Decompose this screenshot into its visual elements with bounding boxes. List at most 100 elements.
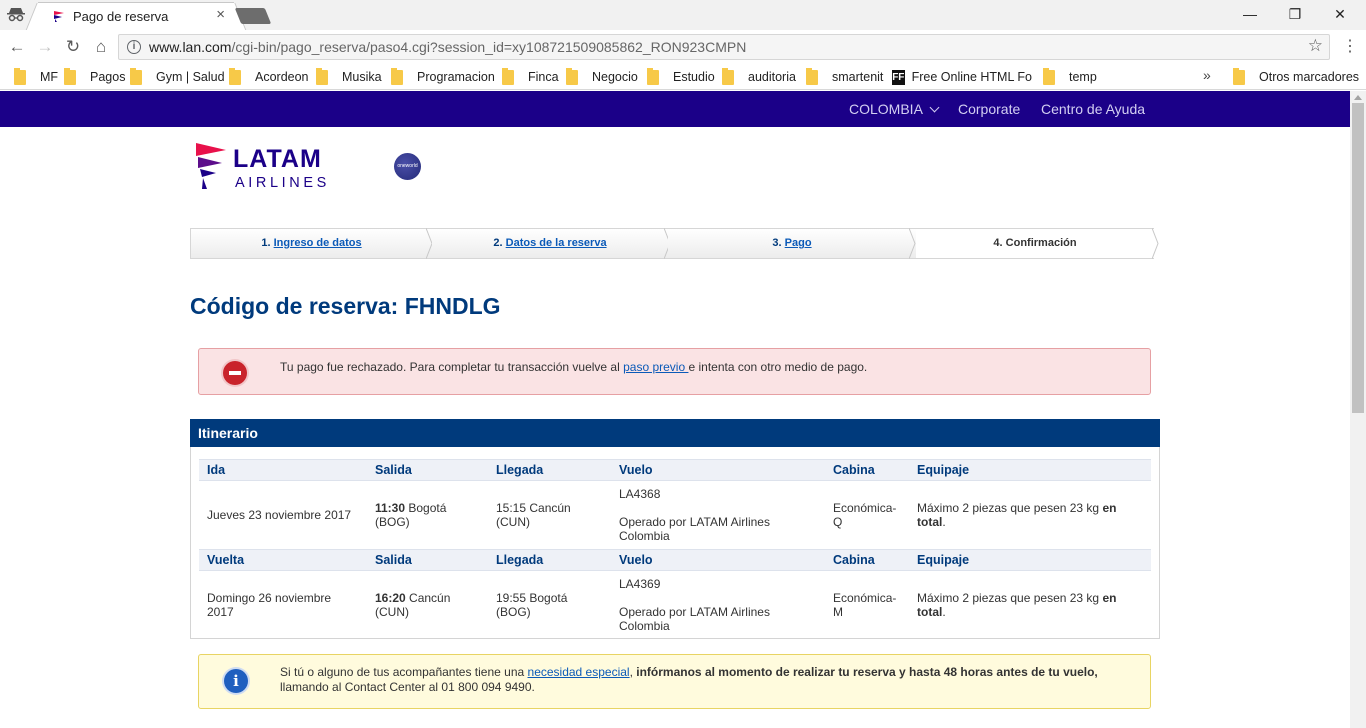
bookmark-folder[interactable]: Pagos	[64, 67, 125, 86]
top-navigation: COLOMBIA Corporate Centro de Ayuda	[0, 91, 1350, 127]
baggage: Máximo 2 piezas que pesen 23 kg en total…	[917, 591, 1117, 620]
folder-icon	[1233, 67, 1245, 85]
bookmark-folder[interactable]: Acordeon	[229, 67, 309, 86]
column-header: Llegada	[488, 549, 611, 571]
bookmark-folder[interactable]: Finca	[502, 67, 559, 86]
step-4-current: 4. Confirmación	[916, 228, 1154, 259]
booking-steps: 1. Ingreso de datos 2. Datos de la reser…	[190, 228, 1160, 259]
bookmark-star-icon[interactable]: ☆	[1308, 36, 1323, 56]
bookmark-folder[interactable]: Negocio	[566, 67, 638, 86]
bookmark-folder-other[interactable]: Otros marcadores	[1233, 67, 1359, 86]
tab-close-icon[interactable]: ×	[216, 6, 225, 23]
latam-logo-icon	[196, 143, 226, 189]
column-header: Cabina	[825, 549, 909, 571]
corporate-link[interactable]: Corporate	[958, 101, 1020, 117]
cabin: Económica- Q	[833, 501, 897, 529]
latam-favicon-icon	[54, 11, 64, 22]
chevron-down-icon	[929, 102, 940, 113]
bookmark-folder[interactable]: Gym | Salud	[130, 67, 225, 86]
incognito-icon	[6, 6, 26, 24]
logo-name: LATAM	[233, 145, 322, 173]
folder-icon	[1043, 67, 1055, 85]
departure: 11:30 Bogotá (BOG)	[375, 501, 447, 529]
ff-icon: FF	[892, 69, 905, 85]
browser-menu-icon[interactable]: ⋮	[1342, 37, 1358, 57]
scroll-up-icon[interactable]	[1354, 95, 1362, 100]
itinerary-table: Ida Salida Llegada Vuelo Cabina Equipaje…	[199, 459, 1151, 640]
leg-label: Vuelta	[199, 549, 367, 571]
special-needs-alert: i Si tú o alguno de tus acompañantes tie…	[198, 654, 1151, 709]
title-bar: Pago de reserva × — ❐ ✕	[0, 0, 1366, 30]
info-icon: i	[224, 669, 248, 693]
restore-icon[interactable]: ❐	[1285, 4, 1305, 24]
step-1-link[interactable]: Ingreso de datos	[274, 237, 362, 249]
bookmark-folder[interactable]: auditoria	[722, 67, 796, 86]
special-needs-link[interactable]: necesidad especial	[528, 665, 630, 679]
step-2-link[interactable]: Datos de la reserva	[506, 237, 607, 249]
itinerary-panel: Itinerario Ida Salida Llegada Vuelo Cabi…	[190, 419, 1160, 639]
more-bookmarks-icon[interactable]: »	[1203, 67, 1211, 83]
arrival: 19:55 Bogotá (BOG)	[496, 591, 568, 620]
bookmark-folder[interactable]: temp	[1043, 67, 1097, 86]
flight-info: LA4368 Operado por LATAM Airlines Colombi…	[619, 487, 770, 543]
oneworld-logo: oneworld	[394, 153, 421, 180]
step-3-link[interactable]: Pago	[785, 237, 812, 249]
table-row: Domingo 26 noviembre 2017 16:20 Cancún (…	[199, 571, 1151, 640]
departure: 16:20 Cancún (CUN)	[375, 591, 451, 620]
payment-rejected-alert: Tu pago fue rechazado. Para completar tu…	[198, 348, 1151, 395]
bookmark-folder[interactable]: smartenit	[806, 67, 883, 86]
country-selector[interactable]: COLOMBIA	[849, 101, 940, 117]
arrival: 15:15 Cancún (CUN)	[496, 501, 571, 529]
scroll-thumb[interactable]	[1352, 103, 1364, 413]
column-header: Llegada	[488, 459, 611, 481]
folder-icon	[130, 67, 142, 85]
window-close-icon[interactable]: ✕	[1330, 4, 1350, 24]
bookmark-folder[interactable]: MF	[14, 67, 58, 86]
bookmark-folder[interactable]: Estudio	[647, 67, 715, 86]
step-1[interactable]: 1. Ingreso de datos	[190, 228, 432, 259]
minimize-icon[interactable]: —	[1240, 4, 1260, 24]
column-header: Salida	[367, 549, 488, 571]
page-content: COLOMBIA Corporate Centro de Ayuda LATAM…	[0, 91, 1350, 728]
previous-step-link[interactable]: paso previo	[623, 360, 688, 374]
reservation-code-title: Código de reserva: FHNDLG	[190, 293, 501, 319]
column-header: Salida	[367, 459, 488, 481]
table-header-row: Ida Salida Llegada Vuelo Cabina Equipaje	[199, 459, 1151, 481]
home-icon[interactable]: ⌂	[90, 36, 112, 58]
bookmark-folder[interactable]: Programacion	[391, 67, 495, 86]
info-message: Si tú o alguno de tus acompañantes tiene…	[280, 665, 1098, 694]
cabin: Económica- M	[833, 591, 897, 620]
page-scrollbar[interactable]	[1350, 91, 1366, 728]
flight-date: Domingo 26 noviembre 2017	[207, 591, 332, 620]
column-header: Cabina	[825, 459, 909, 481]
folder-icon	[229, 67, 241, 85]
step-arrow-icon	[1152, 228, 1159, 259]
reload-icon[interactable]: ↻	[62, 36, 84, 58]
bookmark-link[interactable]: FF Free Online HTML Fo	[892, 68, 1032, 86]
flight-date: Jueves 23 noviembre 2017	[207, 508, 352, 522]
url-text[interactable]: www.lan.com/cgi-bin/pago_reserva/paso4.c…	[149, 39, 746, 55]
table-row: Jueves 23 noviembre 2017 11:30 Bogotá (B…	[199, 481, 1151, 550]
error-icon	[223, 361, 247, 385]
back-icon[interactable]: ←	[6, 36, 28, 58]
baggage: Máximo 2 piezas que pesen 23 kg en total…	[917, 501, 1117, 529]
itinerary-title: Itinerario	[190, 419, 1160, 447]
folder-icon	[391, 67, 403, 85]
site-info-icon[interactable]: i	[127, 40, 141, 54]
leg-label: Ida	[199, 459, 367, 481]
flight-info: LA4369 Operado por LATAM Airlines Colombi…	[619, 577, 770, 634]
logo-subtitle: AIRLINES	[235, 175, 330, 191]
column-header: Equipaje	[909, 459, 1151, 481]
browser-tab[interactable]: Pago de reserva ×	[38, 2, 234, 30]
folder-icon	[64, 67, 76, 85]
step-3[interactable]: 3. Pago	[668, 228, 916, 259]
new-tab-button[interactable]	[234, 8, 272, 24]
folder-icon	[647, 67, 659, 85]
address-bar[interactable]: i www.lan.com/cgi-bin/pago_reserva/paso4…	[118, 34, 1330, 60]
folder-icon	[566, 67, 578, 85]
step-2[interactable]: 2. Datos de la reserva	[432, 228, 668, 259]
bookmarks-bar: MF Pagos Gym | Salud Acordeon Musika Pro…	[0, 63, 1366, 90]
help-center-link[interactable]: Centro de Ayuda	[1041, 101, 1145, 117]
forward-icon[interactable]: →	[34, 36, 56, 58]
bookmark-folder[interactable]: Musika	[316, 67, 382, 86]
